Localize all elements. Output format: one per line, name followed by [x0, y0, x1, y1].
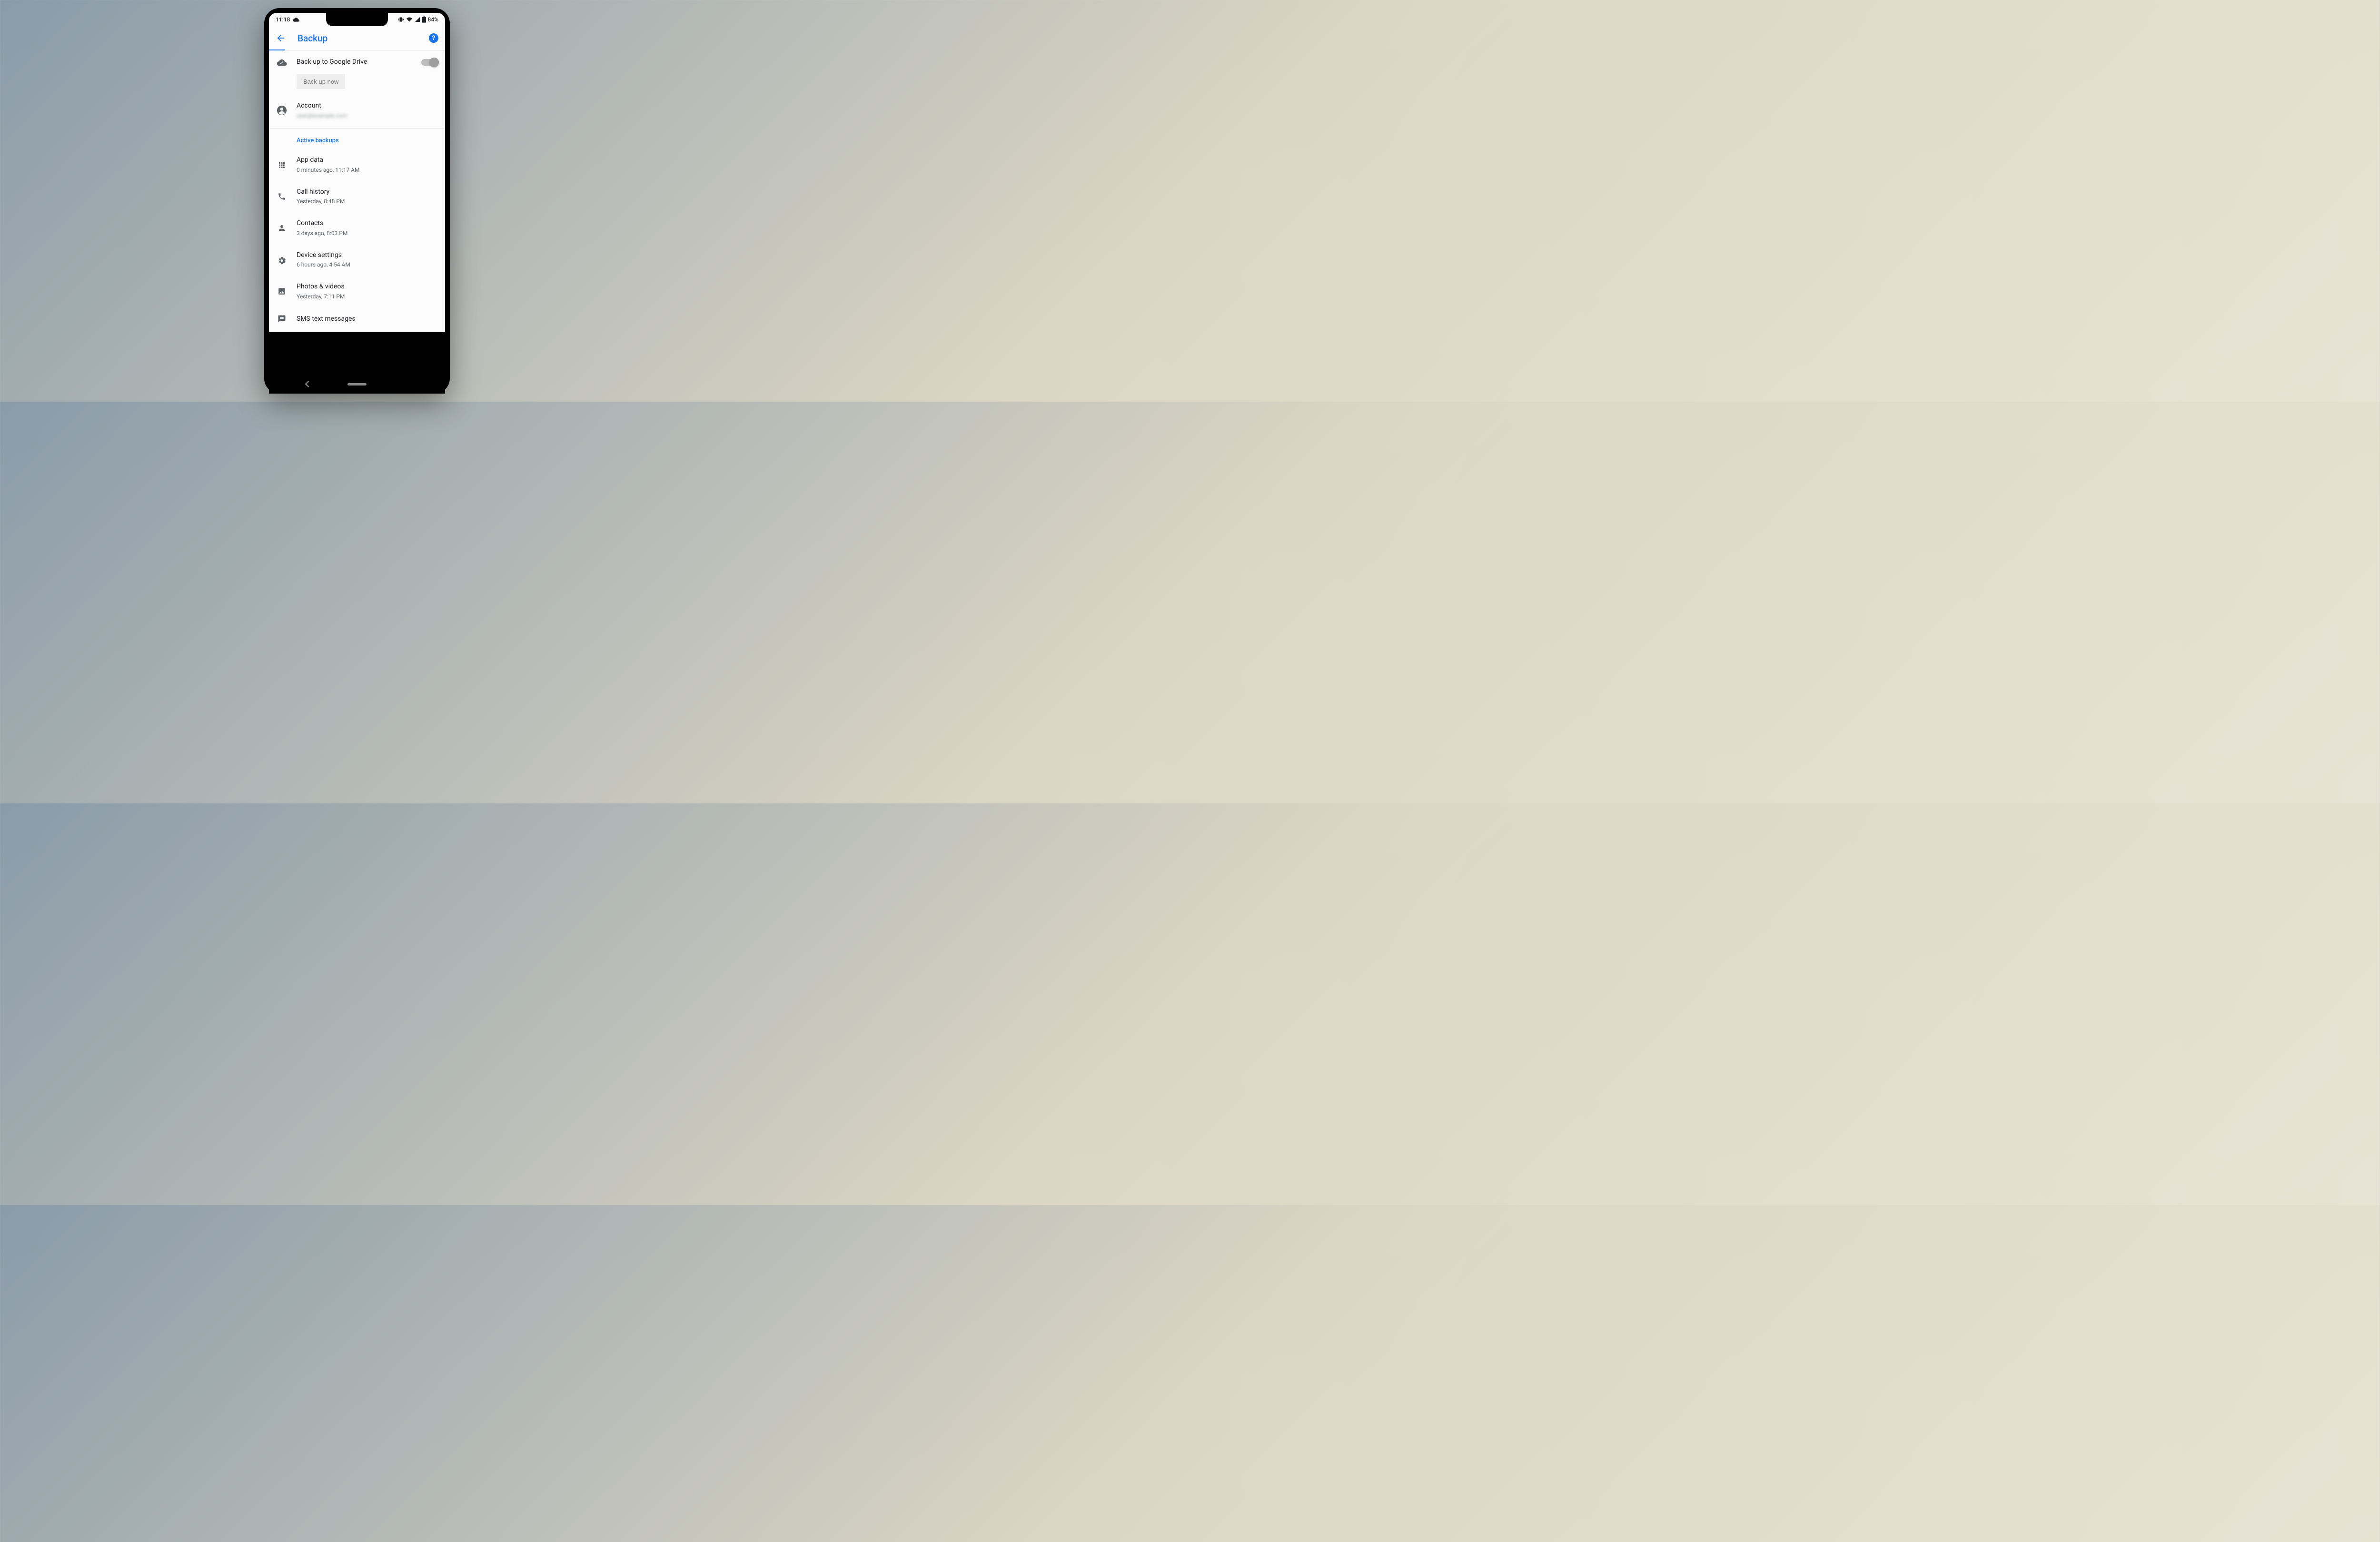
- backup-toggle-row[interactable]: Back up to Google Drive: [269, 50, 445, 74]
- toggle-knob: [429, 58, 439, 67]
- app-header: Backup ?: [269, 26, 445, 50]
- page-title: Backup: [298, 33, 429, 44]
- item-subtitle: 3 days ago, 8:03 PM: [297, 229, 437, 237]
- item-title: SMS text messages: [297, 315, 437, 324]
- phone-icon: [277, 191, 287, 202]
- signal-icon: [415, 17, 420, 22]
- status-time: 11:18: [276, 16, 290, 23]
- sms-icon: [277, 314, 287, 324]
- battery-icon: [422, 16, 426, 23]
- wifi-icon: [406, 17, 413, 22]
- account-row[interactable]: Account user@example.com: [269, 95, 445, 126]
- phone-screen: 11:18 84%: [269, 13, 445, 332]
- gear-icon: [277, 255, 287, 265]
- backup-item-photos[interactable]: Photos & videos Yesterday, 7:11 PM: [269, 276, 445, 307]
- item-title: Call history: [297, 188, 437, 197]
- cloud-icon: [293, 17, 299, 22]
- item-subtitle: Yesterday, 8:48 PM: [297, 198, 437, 206]
- image-icon: [277, 286, 287, 297]
- account-icon: [277, 105, 287, 116]
- account-label: Account: [297, 101, 437, 111]
- backup-item-device-settings[interactable]: Device settings 6 hours ago, 4:54 AM: [269, 244, 445, 276]
- cloud-done-icon: [277, 57, 287, 68]
- back-button[interactable]: [276, 33, 286, 43]
- backup-item-app-data[interactable]: App data 0 minutes ago, 11:17 AM: [269, 149, 445, 180]
- backup-item-contacts[interactable]: Contacts 3 days ago, 8:03 PM: [269, 212, 445, 244]
- system-nav-bar: [269, 375, 445, 394]
- battery-percent: 84%: [428, 16, 438, 23]
- backup-item-call-history[interactable]: Call history Yesterday, 8:48 PM: [269, 181, 445, 212]
- item-subtitle: Yesterday, 7:11 PM: [297, 293, 437, 301]
- account-email: user@example.com: [297, 112, 437, 120]
- backup-toggle-label: Back up to Google Drive: [297, 58, 412, 67]
- nav-home-pill[interactable]: [347, 383, 367, 386]
- vibrate-icon: [397, 17, 404, 22]
- person-icon: [277, 223, 287, 233]
- backup-toggle[interactable]: [421, 59, 437, 66]
- item-title: App data: [297, 156, 437, 165]
- content-scroll[interactable]: Back up to Google Drive Back up now Acco…: [269, 50, 445, 332]
- item-title: Contacts: [297, 219, 437, 228]
- apps-icon: [277, 160, 287, 170]
- help-icon[interactable]: ?: [429, 33, 438, 43]
- item-title: Photos & videos: [297, 282, 437, 292]
- item-title: Device settings: [297, 251, 437, 260]
- display-notch: [326, 13, 388, 26]
- item-subtitle: 0 minutes ago, 11:17 AM: [297, 166, 437, 174]
- backup-now-button[interactable]: Back up now: [297, 74, 345, 89]
- nav-back-icon[interactable]: [305, 381, 309, 387]
- backup-item-sms[interactable]: SMS text messages: [269, 307, 445, 326]
- phone-frame: 11:18 84%: [264, 8, 450, 394]
- item-subtitle: 6 hours ago, 4:54 AM: [297, 261, 437, 269]
- active-backups-header: Active backups: [269, 130, 445, 149]
